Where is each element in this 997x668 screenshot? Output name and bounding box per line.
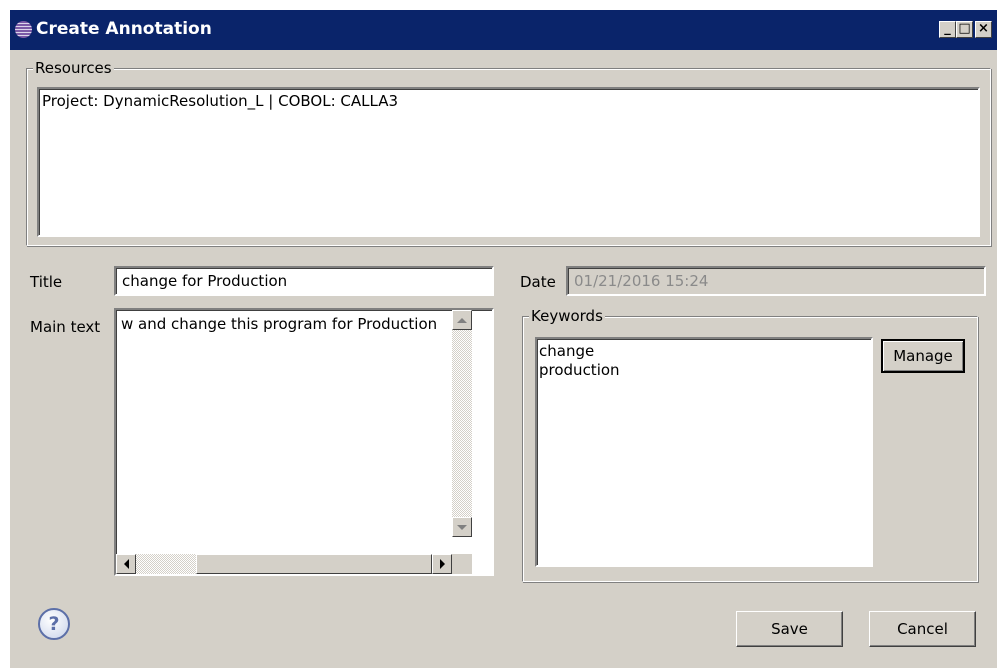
resources-list[interactable]: Project: DynamicResolution_L | COBOL: CA… <box>37 87 980 237</box>
keywords-legend: Keywords <box>529 307 605 325</box>
date-field: 01/21/2016 15:24 <box>566 266 986 296</box>
scroll-right-button[interactable] <box>432 554 452 574</box>
close-button[interactable]: × <box>975 21 992 38</box>
create-annotation-dialog: Create Annotation _ □ × Resources Projec… <box>10 10 997 668</box>
eclipse-icon <box>15 21 32 38</box>
title-bar[interactable]: Create Annotation _ □ × <box>10 10 997 50</box>
title-label: Title <box>30 273 63 291</box>
date-value: 01/21/2016 15:24 <box>574 272 709 290</box>
keyword-item[interactable]: production <box>539 361 620 380</box>
help-button[interactable]: ? <box>38 608 70 640</box>
arrow-up-icon <box>457 317 467 323</box>
main-text-area[interactable]: w and change this program for Production <box>114 308 494 576</box>
cancel-button[interactable]: Cancel <box>869 611 976 647</box>
scroll-down-button[interactable] <box>452 517 472 537</box>
close-icon: × <box>978 21 989 36</box>
maximize-icon: □ <box>958 21 971 36</box>
horizontal-scroll-thumb[interactable] <box>196 554 432 574</box>
main-text-label: Main text <box>30 318 101 336</box>
keywords-group: Keywords change production Manage <box>522 307 978 582</box>
keywords-list[interactable]: change production <box>535 337 873 567</box>
manage-button-label: Manage <box>893 347 953 365</box>
main-text-value: w and change this program for Production <box>121 315 438 333</box>
date-label: Date <box>520 273 556 291</box>
window-title: Create Annotation <box>36 19 212 39</box>
manage-button[interactable]: Manage <box>881 339 965 373</box>
keyword-item[interactable]: change <box>539 342 594 361</box>
maximize-button[interactable]: □ <box>956 21 973 38</box>
arrow-right-icon <box>439 559 445 569</box>
resources-group: Resources Project: DynamicResolution_L |… <box>26 59 991 246</box>
arrow-down-icon <box>457 524 467 530</box>
minimize-button[interactable]: _ <box>939 21 956 38</box>
scroll-left-button[interactable] <box>116 554 136 574</box>
vertical-scrollbar[interactable] <box>452 310 472 537</box>
title-input-value: change for Production <box>122 272 288 290</box>
help-icon: ? <box>48 613 60 635</box>
resources-legend: Resources <box>33 59 114 77</box>
save-button[interactable]: Save <box>736 611 843 647</box>
scroll-up-button[interactable] <box>452 310 472 330</box>
scrollbar-corner <box>452 554 472 574</box>
minimize-icon: _ <box>944 21 951 36</box>
arrow-left-icon <box>123 559 129 569</box>
title-input[interactable]: change for Production <box>114 266 494 296</box>
resources-list-item[interactable]: Project: DynamicResolution_L | COBOL: CA… <box>42 92 398 110</box>
save-button-label: Save <box>771 620 808 638</box>
cancel-button-label: Cancel <box>897 620 948 638</box>
